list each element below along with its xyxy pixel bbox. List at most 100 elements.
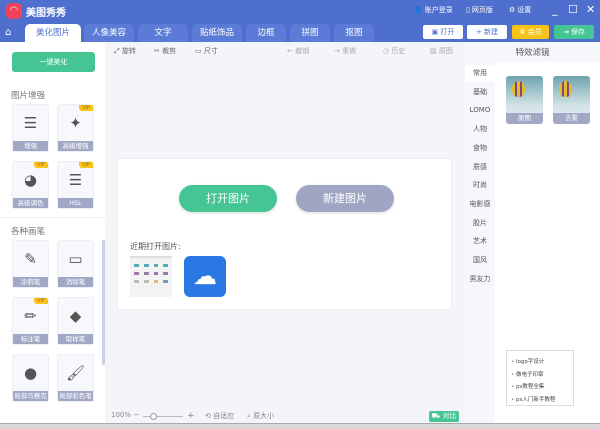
filter-category[interactable]: 艺术 — [465, 233, 495, 250]
tool-tile[interactable]: ◆ 取样笔 — [57, 297, 94, 345]
vip-label: 会员 — [527, 28, 542, 36]
zoom-in-button[interactable]: + — [187, 411, 195, 421]
save-button[interactable]: ⇥ 保存 — [554, 25, 594, 39]
filter-category[interactable]: 国风 — [465, 252, 495, 269]
filter-category[interactable]: 电影感 — [465, 196, 495, 213]
section-title-brushes: 各种画笔 — [11, 227, 46, 237]
tab-text[interactable]: 文字 — [138, 24, 188, 42]
gear-icon: ⚙ — [509, 6, 516, 14]
settings-label: 设置 — [517, 6, 532, 14]
maximize-button[interactable]: ☐ — [568, 3, 578, 16]
tool-icon: ◆ — [69, 307, 82, 325]
web-link[interactable]: ▯ 网页版 — [466, 5, 493, 15]
filter-category[interactable]: 食物 — [465, 140, 495, 157]
open-image-button[interactable]: 打开图片 — [179, 185, 277, 212]
redo-button[interactable]: → 重做 — [334, 46, 356, 56]
filter-category[interactable]: 人物 — [465, 121, 495, 138]
tool-icon: ☰ — [68, 171, 83, 189]
actual-size-button[interactable]: ⌕ 原大小 — [247, 411, 274, 421]
new-image-button[interactable]: 新建图片 — [296, 185, 394, 212]
filter-category[interactable]: 基础 — [465, 84, 495, 101]
filter-category[interactable]: 胶片 — [465, 215, 495, 232]
tool-label: 局部彩色笔 — [58, 391, 93, 401]
tool-label: 取样笔 — [58, 334, 93, 344]
history-button[interactable]: ◷ 历史 — [383, 46, 405, 56]
tool-tile[interactable]: ☰ 增强 — [12, 104, 49, 152]
tool-label: 标注笔 — [13, 334, 48, 344]
left-scrollbar[interactable] — [102, 240, 105, 365]
new-label: 新建 — [484, 28, 499, 36]
one-key-beautify-button[interactable]: 一键美化 — [12, 52, 95, 72]
save-label: 保存 — [571, 28, 586, 36]
zoom-level: 100% — [111, 411, 132, 419]
original-label: 原图 — [438, 47, 453, 55]
tool-tile[interactable]: 🖌 局部彩色笔 — [57, 354, 94, 402]
web-label: 网页版 — [471, 6, 493, 14]
filter-category[interactable]: 质感 — [465, 159, 495, 176]
filter-original[interactable]: 原图 — [506, 76, 543, 124]
vip-button[interactable]: ♛ 会员 — [512, 25, 549, 39]
ad-link[interactable]: 做电子印章 — [507, 370, 573, 383]
open-label: 打开 — [440, 28, 455, 36]
tool-tile[interactable]: ● 局部马赛克 — [12, 354, 49, 402]
close-button[interactable]: ✕ — [586, 3, 595, 16]
undo-button[interactable]: ← 撤销 — [287, 46, 309, 56]
filter-label: 去雾 — [553, 113, 590, 124]
tool-label: HSL — [58, 198, 93, 208]
tab-beautify[interactable]: 美化图片 — [25, 24, 81, 42]
zoom-slider[interactable] — [143, 413, 183, 420]
tab-stickers[interactable]: 贴纸饰品 — [192, 24, 242, 42]
tool-tile[interactable]: ✦ VIP 高级增强 — [57, 104, 94, 152]
settings-link[interactable]: ⚙ 设置 — [509, 5, 531, 15]
tool-tile[interactable]: ✏ VIP 标注笔 — [12, 297, 49, 345]
tool-label: 高级调色 — [13, 198, 48, 208]
tool-tile[interactable]: ▭ 消除笔 — [57, 240, 94, 288]
open-button[interactable]: ▣ 打开 — [423, 25, 463, 39]
compare-button[interactable]: ⛟ 对比 — [429, 411, 459, 422]
filter-category[interactable]: 时尚 — [465, 177, 495, 194]
crop-tool[interactable]: ✂ 裁剪 — [154, 46, 176, 56]
rotate-tool[interactable]: ⤢ 旋转 — [114, 46, 136, 56]
tool-label: 消除笔 — [58, 277, 93, 287]
tab-portrait[interactable]: 人像美容 — [84, 24, 134, 42]
login-link[interactable]: 👤 账户登录 — [414, 5, 453, 15]
crown-icon: ♛ — [519, 28, 526, 36]
app-title: 美图秀秀 — [26, 8, 66, 19]
cloud-icon[interactable]: ☁ — [184, 256, 226, 297]
tool-label: 高级增强 — [58, 141, 93, 151]
welcome-card: 打开图片 新建图片 近期打开图片: ☁ — [117, 158, 452, 310]
tool-tile[interactable]: ☰ VIP HSL — [57, 161, 94, 209]
recent-thumbnail[interactable] — [130, 256, 172, 297]
tab-cutout[interactable]: 抠图 — [334, 24, 374, 42]
original-button[interactable]: ▨ 原图 — [430, 46, 453, 56]
filter-category[interactable]: LOMO — [465, 102, 495, 119]
tool-icon: ✏ — [24, 307, 37, 325]
tab-frame[interactable]: 边框 — [246, 24, 286, 42]
recent-label: 近期打开图片: — [130, 242, 181, 251]
zoom-control: 100% − — [111, 411, 139, 419]
tab-collage[interactable]: 拼图 — [290, 24, 330, 42]
zoom-out-button[interactable]: − — [133, 411, 139, 419]
new-button[interactable]: + 新建 — [467, 25, 507, 39]
taskbar — [0, 423, 600, 429]
tool-icon: 🖌 — [65, 364, 86, 382]
filter-category[interactable]: 常用 — [465, 65, 495, 82]
ad-link[interactable]: logo字设计 — [507, 357, 573, 370]
tool-label: 涂鸦笔 — [13, 277, 48, 287]
history-label: 历史 — [391, 47, 406, 55]
compare-label: 对比 — [442, 412, 457, 420]
ad-link[interactable]: ps入门新手教程 — [507, 395, 573, 408]
minimize-button[interactable]: _ — [552, 3, 558, 16]
zoom-slider-handle[interactable] — [150, 413, 157, 420]
fit-button[interactable]: ⟲ 自适应 — [205, 411, 234, 421]
ad-link[interactable]: ps教程全集 — [507, 382, 573, 395]
size-tool[interactable]: ▭ 尺寸 — [195, 46, 218, 56]
tool-tile[interactable]: ✎ 涂鸦笔 — [12, 240, 49, 288]
section-title-enhance: 图片增强 — [11, 91, 46, 101]
tool-label: 局部马赛克 — [13, 391, 48, 401]
filter-dehaze[interactable]: 去雾 — [553, 76, 590, 124]
filter-category[interactable]: 男友力 — [465, 271, 495, 288]
tool-icon: ▭ — [68, 250, 83, 268]
tool-tile[interactable]: ◕ VIP 高级调色 — [12, 161, 49, 209]
home-icon[interactable]: ⌂ — [5, 27, 11, 38]
